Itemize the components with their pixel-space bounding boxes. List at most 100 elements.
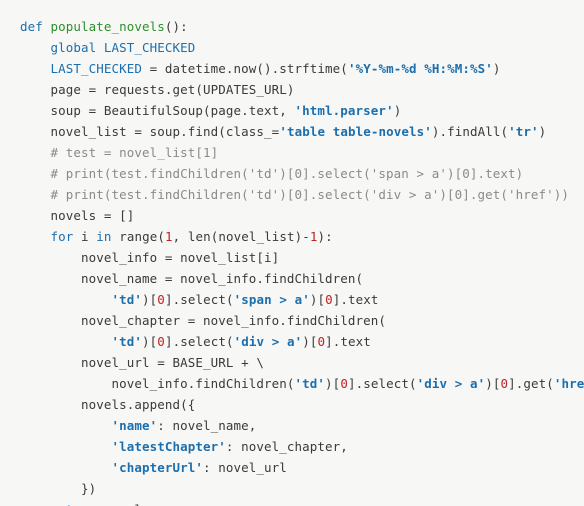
code-token: UPDATES_URL — [203, 82, 287, 97]
code-token: 'td' — [112, 334, 143, 349]
code-line: # test = novel_list[1] — [20, 145, 218, 160]
code-token: 0 — [317, 334, 325, 349]
code-token: global — [51, 40, 104, 55]
code-token: ].select( — [165, 292, 234, 307]
code-token: 0 — [501, 376, 509, 391]
code-token: )[ — [310, 292, 325, 307]
code-line: 'latestChapter': novel_chapter, — [20, 439, 348, 454]
code-token: : novel_name, — [157, 418, 256, 433]
code-line: novel_name = novel_info.findChildren( — [20, 271, 363, 286]
code-token: )[ — [142, 292, 157, 307]
code-token: novels = [] — [51, 208, 135, 223]
code-token: 'tr' — [508, 124, 539, 139]
code-token: 0 — [325, 292, 333, 307]
code-token: 0 — [157, 292, 165, 307]
code-token: 'div > a' — [417, 376, 486, 391]
code-token: ) — [394, 103, 402, 118]
code-token: }) — [81, 481, 96, 496]
code-token: for — [51, 229, 82, 244]
code-token: populate_novels — [51, 19, 165, 34]
code-token: novels.append({ — [81, 397, 195, 412]
code-token: )[ — [302, 334, 317, 349]
code-token: 'td' — [112, 292, 143, 307]
code-token: , len(novel_list)- — [173, 229, 310, 244]
code-line: 'td')[0].select('span > a')[0].text — [20, 292, 379, 307]
code-token: 'href' — [554, 376, 584, 391]
code-line: return novels — [20, 502, 150, 506]
code-line: 'name': novel_name, — [20, 418, 256, 433]
code-line: novel_url = BASE_URL + \ — [20, 355, 264, 370]
code-token: ].select( — [348, 376, 417, 391]
code-token: i — [81, 229, 96, 244]
code-line: # print(test.findChildren('td')[0].selec… — [20, 187, 569, 202]
code-token: def — [20, 19, 51, 34]
code-token: 0 — [340, 376, 348, 391]
code-token: )[ — [142, 334, 157, 349]
code-token: ) — [539, 124, 547, 139]
code-token: (): — [165, 19, 188, 34]
code-token: LAST_CHECKED — [51, 61, 143, 76]
code-token: # print(test.findChildren('td')[0].selec… — [51, 187, 570, 202]
code-token: ].get( — [508, 376, 554, 391]
code-token: ) — [493, 61, 501, 76]
code-line: soup = BeautifulSoup(page.text, 'html.pa… — [20, 103, 401, 118]
code-token: soup = BeautifulSoup(page.text, — [51, 103, 295, 118]
code-line: novel_info.findChildren('td')[0].select(… — [20, 376, 584, 391]
code-token: novel_url = — [81, 355, 173, 370]
code-token: 'latestChapter' — [112, 439, 226, 454]
code-token: ): — [318, 229, 333, 244]
code-token: ].text — [325, 334, 371, 349]
code-line: novels.append({ — [20, 397, 195, 412]
code-line: novel_info = novel_list[i] — [20, 250, 279, 265]
code-line: }) — [20, 481, 96, 496]
code-token: novel_info = novel_list[i] — [81, 250, 279, 265]
code-line: novel_chapter = novel_info.findChildren( — [20, 313, 386, 328]
code-token: '%Y-%m-%d %H:%M:%S' — [348, 61, 493, 76]
code-token: 'div > a' — [234, 334, 303, 349]
code-line: # print(test.findChildren('td')[0].selec… — [20, 166, 523, 181]
code-token: novel_name = novel_info.findChildren( — [81, 271, 363, 286]
code-token: 'td' — [295, 376, 326, 391]
code-token: 0 — [157, 334, 165, 349]
code-token: ) — [287, 82, 295, 97]
code-token: 'html.parser' — [295, 103, 394, 118]
code-token: 'table table-novels' — [279, 124, 432, 139]
code-line: LAST_CHECKED = datetime.now().strftime('… — [20, 61, 500, 76]
code-token: ].text — [333, 292, 379, 307]
code-token: ).findAll( — [432, 124, 508, 139]
code-token: ].select( — [165, 334, 234, 349]
code-line: novels = [] — [20, 208, 134, 223]
code-token: 'chapterUrl' — [112, 460, 204, 475]
code-token: # test = novel_list[1] — [51, 145, 219, 160]
code-line: global LAST_CHECKED — [20, 40, 195, 55]
code-token: LAST_CHECKED — [104, 40, 196, 55]
code-token: 'name' — [112, 418, 158, 433]
code-block: def populate_novels(): global LAST_CHECK… — [0, 0, 584, 506]
code-token: 1 — [165, 229, 173, 244]
code-token: class_ — [226, 124, 272, 139]
code-line: 'chapterUrl': novel_url — [20, 460, 287, 475]
code-token: : novel_chapter, — [226, 439, 348, 454]
code-line: def populate_novels(): — [20, 19, 188, 34]
code-token: # print(test.findChildren('td')[0].selec… — [51, 166, 524, 181]
code-token: = datetime.now().strftime( — [142, 61, 348, 76]
code-token: return — [51, 502, 104, 506]
code-token: novel_chapter = novel_info.findChildren( — [81, 313, 386, 328]
code-line: page = requests.get(UPDATES_URL) — [20, 82, 295, 97]
code-token: )[ — [325, 376, 340, 391]
code-token: in — [96, 229, 119, 244]
code-token: 'span > a' — [234, 292, 310, 307]
code-line: for i in range(1, len(novel_list)-1): — [20, 229, 333, 244]
code-token: : novel_url — [203, 460, 287, 475]
code-token: + \ — [234, 355, 265, 370]
code-token: page = requests.get( — [51, 82, 204, 97]
code-line: 'td')[0].select('div > a')[0].text — [20, 334, 371, 349]
code-token: 1 — [310, 229, 318, 244]
code-token: novels — [104, 502, 150, 506]
code-token: novel_info.findChildren( — [112, 376, 295, 391]
code-token: novel_list = soup.find( — [51, 124, 226, 139]
code-token: BASE_URL — [173, 355, 234, 370]
code-line: novel_list = soup.find(class_='table tab… — [20, 124, 546, 139]
code-token: )[ — [485, 376, 500, 391]
code-token: range( — [119, 229, 165, 244]
